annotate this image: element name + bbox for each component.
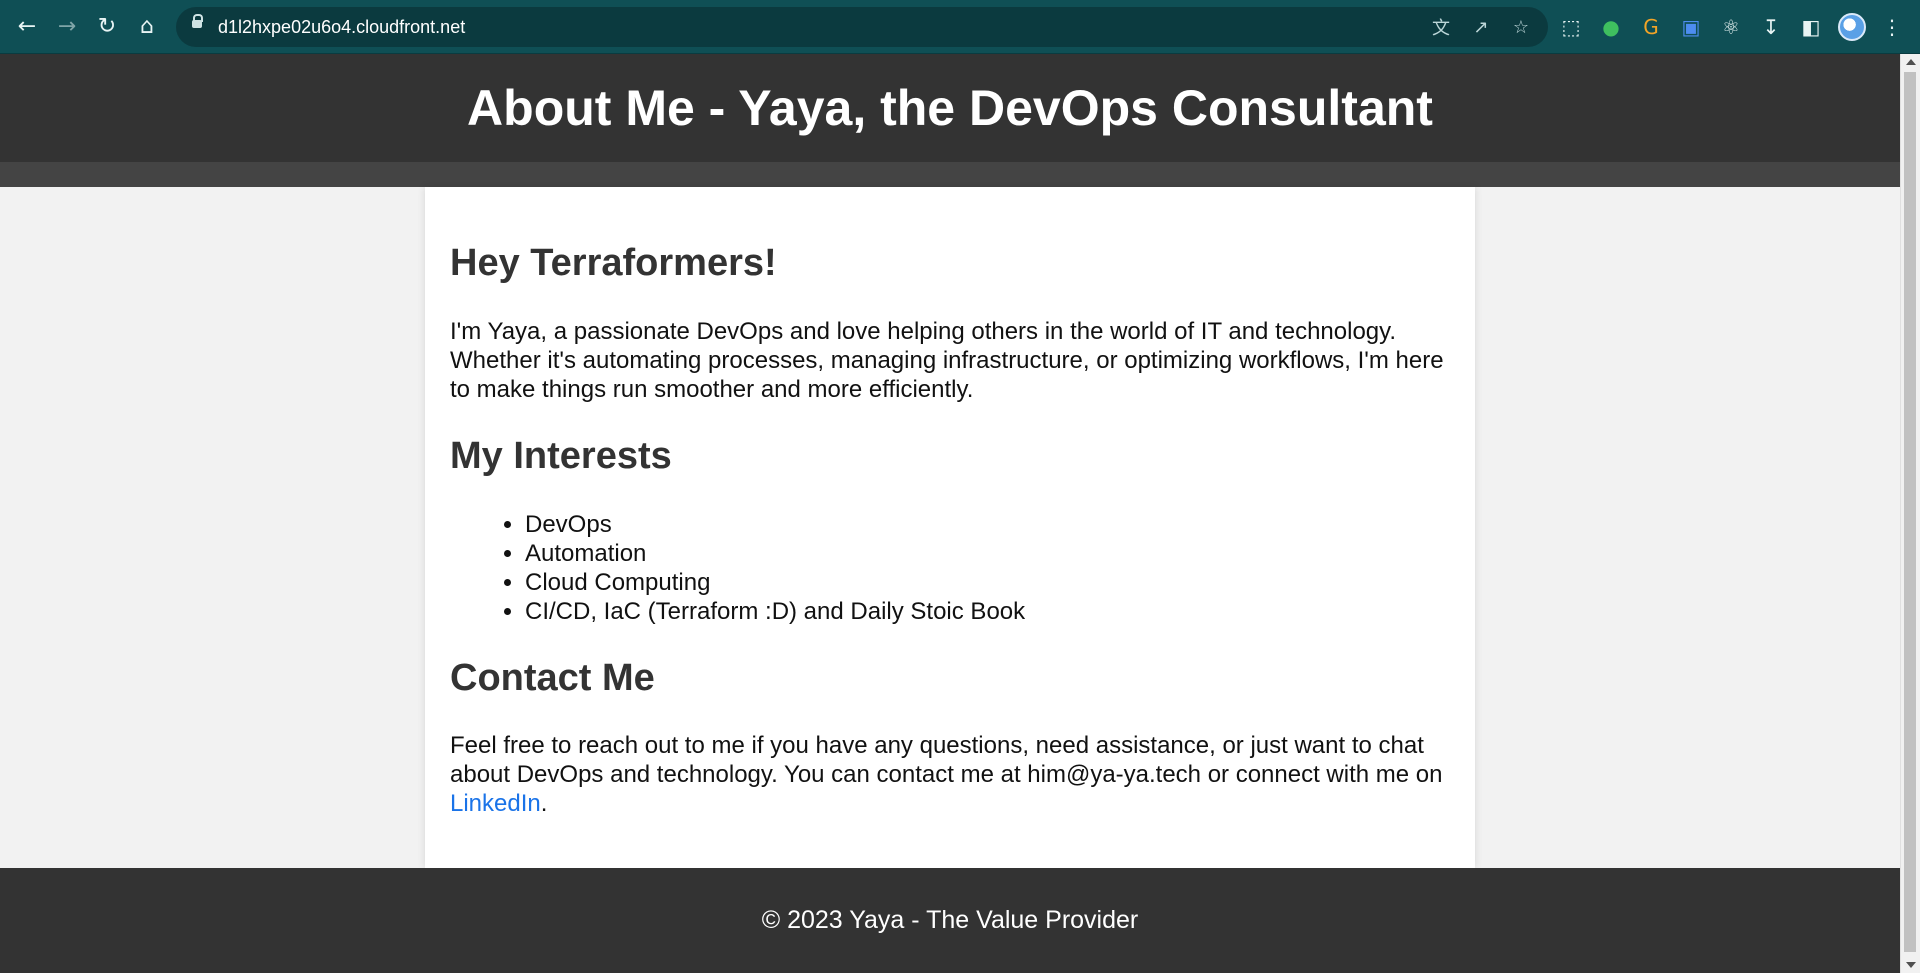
contact-text-end: . <box>540 790 548 817</box>
browser-toolbar: ← → ↻ ⌂ d1l2hxpe02u6o4.cloudfront.net 文 … <box>0 0 1920 54</box>
puzzle-icon[interactable]: ⚛ <box>1717 13 1745 41</box>
page-title: About Me - Yaya, the DevOps Consultant <box>467 80 1433 136</box>
linkedin-link[interactable]: LinkedIn <box>450 790 541 817</box>
grammar-extension-icon[interactable]: G <box>1637 13 1665 41</box>
terminal-extension-icon[interactable]: ▣ <box>1677 13 1705 41</box>
screenshot-extension-icon[interactable]: ⬚ <box>1557 13 1585 41</box>
list-item: Automation <box>525 539 1450 568</box>
greeting-heading: Hey Terraformers! <box>450 242 777 284</box>
lock-icon[interactable] <box>192 14 203 28</box>
page-header: About Me - Yaya, the DevOps Consultant <box>0 54 1900 162</box>
page-footer: © 2023 Yaya - The Value Provider <box>0 868 1900 973</box>
list-item: Cloud Computing <box>525 568 1450 597</box>
side-panel-icon[interactable]: ◧ <box>1797 13 1825 41</box>
download-icon[interactable]: ↧ <box>1757 13 1785 41</box>
footer-text: © 2023 Yaya - The Value Provider <box>761 906 1139 934</box>
header-divider-band <box>0 162 1900 187</box>
scroll-down-icon[interactable] <box>1906 962 1916 968</box>
translate-icon[interactable]: 文 <box>1429 15 1453 39</box>
reload-icon[interactable]: ↻ <box>90 10 124 44</box>
scroll-up-icon[interactable] <box>1906 59 1916 65</box>
contact-text: Feel free to reach out to me if you have… <box>450 732 1443 788</box>
evernote-extension-icon[interactable]: ● <box>1597 13 1625 41</box>
vertical-scrollbar[interactable] <box>1900 54 1920 973</box>
forward-arrow-icon[interactable]: → <box>50 10 84 44</box>
home-icon[interactable]: ⌂ <box>130 10 164 44</box>
url-text[interactable]: d1l2hxpe02u6o4.cloudfront.net <box>218 17 465 38</box>
profile-avatar[interactable] <box>1838 13 1866 41</box>
interests-list: DevOps Automation Cloud Computing CI/CD,… <box>450 510 1450 626</box>
share-icon[interactable]: ↗ <box>1469 15 1493 39</box>
star-icon[interactable]: ☆ <box>1509 15 1533 39</box>
scrollbar-thumb[interactable] <box>1904 72 1916 952</box>
address-bar[interactable]: d1l2hxpe02u6o4.cloudfront.net 文 ↗ ☆ <box>176 7 1548 47</box>
contact-paragraph: Feel free to reach out to me if you have… <box>450 731 1450 818</box>
list-item: DevOps <box>525 510 1450 539</box>
content-card: Hey Terraformers! I'm Yaya, a passionate… <box>425 187 1475 868</box>
contact-heading: Contact Me <box>450 657 655 699</box>
intro-paragraph: I'm Yaya, a passionate DevOps and love h… <box>450 318 1444 403</box>
kebab-menu-icon[interactable]: ⋮ <box>1878 13 1906 41</box>
interests-heading: My Interests <box>450 435 672 477</box>
list-item: CI/CD, IaC (Terraform :D) and Daily Stoi… <box>525 597 1450 626</box>
back-arrow-icon[interactable]: ← <box>10 10 44 44</box>
